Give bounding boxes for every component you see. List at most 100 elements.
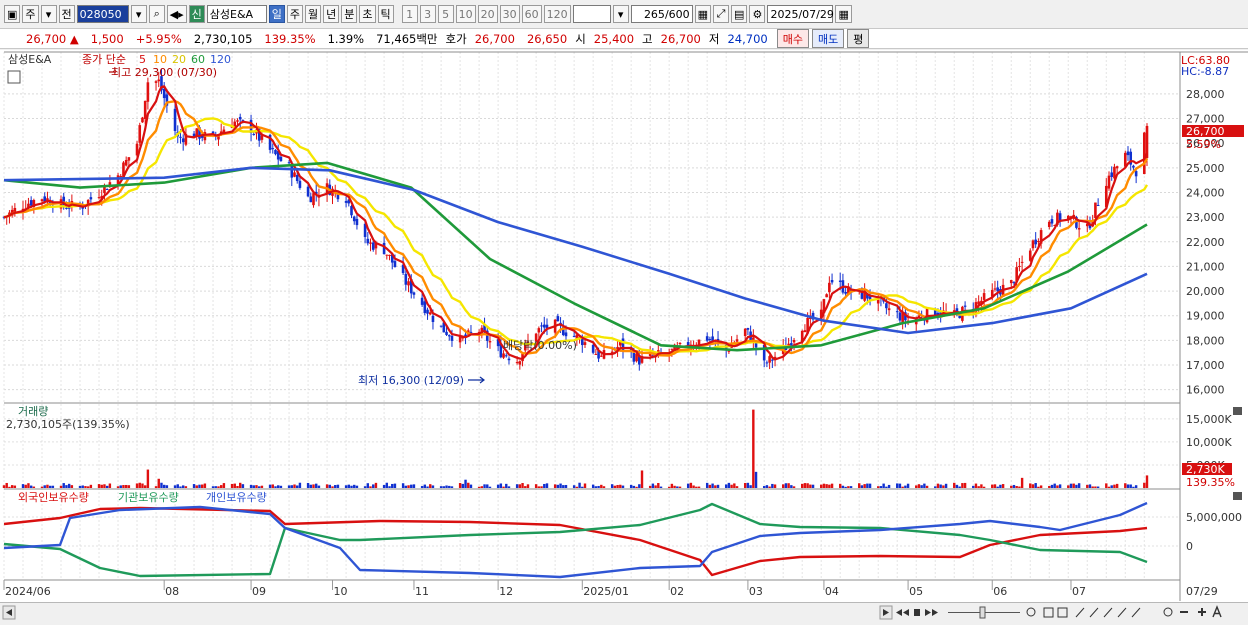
search-zoom-icon[interactable] [1163, 607, 1173, 617]
settings-icon[interactable]: ⚙ [749, 5, 766, 23]
code-dropdown-icon[interactable]: ▾ [130, 5, 147, 23]
interval-120[interactable]: 120 [543, 5, 571, 23]
volume-bar [59, 485, 63, 488]
volume-bar [1029, 483, 1032, 488]
candle-body [1009, 280, 1013, 284]
volume-bar [578, 482, 581, 488]
calendar-icon[interactable]: ▦ [835, 5, 852, 23]
current-price: 26,700 ▲ [26, 31, 79, 46]
period-second[interactable]: 초 [359, 5, 376, 23]
candle-body [157, 79, 161, 82]
volume-bar [255, 485, 258, 488]
interval-20[interactable]: 20 [477, 5, 498, 23]
volume-bar [958, 486, 961, 488]
volume-bar [936, 483, 940, 488]
volume-bar [350, 485, 353, 488]
period-week[interactable]: 주 [286, 5, 304, 23]
candle-body [428, 312, 432, 315]
period-minute[interactable]: 분 [341, 5, 358, 23]
candle-body [350, 206, 353, 216]
date-input[interactable]: 2025/07/29 [767, 5, 834, 23]
volume-bar [619, 484, 622, 488]
count-input[interactable]: 265/600 [630, 5, 693, 23]
candle-body [306, 186, 310, 197]
volume-bar [290, 485, 293, 488]
interval-10[interactable]: 10 [455, 5, 476, 23]
interval-3[interactable]: 3 [419, 5, 436, 23]
table-toggle-icon[interactable] [7, 70, 21, 84]
layout-icon[interactable] [1043, 607, 1054, 618]
stock-code-input[interactable]: 028050 [76, 5, 129, 23]
period-day[interactable]: 일 [268, 5, 285, 23]
buy-button[interactable]: 매수 [776, 29, 809, 48]
period-month[interactable]: 월 [305, 5, 322, 23]
volume-bar [686, 483, 690, 488]
search-icon[interactable]: ⌕ [148, 5, 165, 23]
interval-5[interactable]: 5 [437, 5, 454, 23]
candle-body [279, 156, 283, 162]
price-tick-label: 20,000 [1186, 285, 1225, 298]
fast-forward-icon[interactable] [925, 609, 938, 616]
period-tick[interactable]: 틱 [377, 5, 394, 23]
volume-bar [553, 484, 557, 488]
interval-60[interactable]: 60 [521, 5, 542, 23]
volume-bar [1050, 484, 1054, 488]
zoom-magnifier-icon[interactable] [1026, 607, 1036, 617]
dropdown-icon[interactable]: ▾ [40, 5, 57, 23]
zoom-in-icon[interactable] [1198, 608, 1206, 616]
holder-tick-label: 5,000,000 [1186, 511, 1242, 524]
volume-bar [768, 486, 771, 488]
speaker-icon[interactable]: ◀▸ [166, 5, 187, 23]
volume-bar [184, 486, 188, 488]
interval-1[interactable]: 1 [401, 5, 418, 23]
interval-30[interactable]: 30 [499, 5, 520, 23]
prev-button[interactable]: 전 [58, 5, 75, 23]
volume-bar [347, 484, 351, 488]
volume-bar [279, 485, 283, 488]
candle-body [678, 342, 682, 345]
volume-bar [743, 482, 747, 488]
chart-tool-icon[interactable]: ▦ [694, 5, 712, 23]
volume-bar [13, 485, 17, 488]
crosshair-icon[interactable]: ⤢ [713, 5, 730, 23]
bottom-scrollbar[interactable] [0, 602, 1248, 622]
volume-bar [461, 483, 465, 488]
volume-bar [961, 483, 964, 488]
volume-bar [654, 485, 657, 488]
volume-pane-close-icon[interactable] [1233, 407, 1242, 415]
stock-chart: 16,000 17,000 18,000 19,000 20,000 21,000 22,0… [0, 50, 1248, 602]
market-toggle[interactable]: 주 [22, 5, 39, 23]
volume-bar [429, 484, 432, 488]
candle-body [504, 355, 508, 357]
interval-dropdown-icon[interactable]: ▾ [612, 5, 629, 23]
open-price: 25,400 [593, 31, 635, 46]
period-year[interactable]: 년 [323, 5, 340, 23]
volume-bar [271, 484, 274, 488]
volume-bar [543, 483, 546, 488]
candle-body [1077, 227, 1081, 230]
eval-button[interactable]: 평 [847, 29, 870, 48]
sell-button[interactable]: 매도 [811, 29, 845, 48]
x-tick-label: 11 [415, 585, 429, 598]
volume-bar [839, 483, 842, 488]
window-menu-icon[interactable]: ▣ [4, 5, 21, 23]
candle-body [105, 189, 109, 191]
volume-bar [1126, 484, 1130, 488]
rewind-icon[interactable] [896, 609, 909, 616]
volume-bar [496, 484, 500, 488]
font-size-icon[interactable] [1212, 605, 1222, 618]
volume-bar [165, 485, 169, 488]
save-icon[interactable]: ▤ [731, 5, 748, 23]
volume-bar [426, 486, 429, 488]
zoom-out-icon[interactable] [1180, 611, 1188, 613]
candle-body [404, 273, 408, 285]
stop-icon[interactable] [914, 609, 920, 616]
volume-bar [336, 484, 340, 488]
volume-bar [502, 486, 505, 488]
compare-icon[interactable] [1057, 607, 1068, 618]
custom-interval-input[interactable] [572, 5, 611, 23]
drawing-tools-icons[interactable] [1075, 607, 1141, 618]
x-tick-label: 06 [993, 585, 1007, 598]
zoom-slider-thumb[interactable] [979, 606, 986, 619]
holder-pane-close-icon[interactable] [1233, 492, 1242, 500]
